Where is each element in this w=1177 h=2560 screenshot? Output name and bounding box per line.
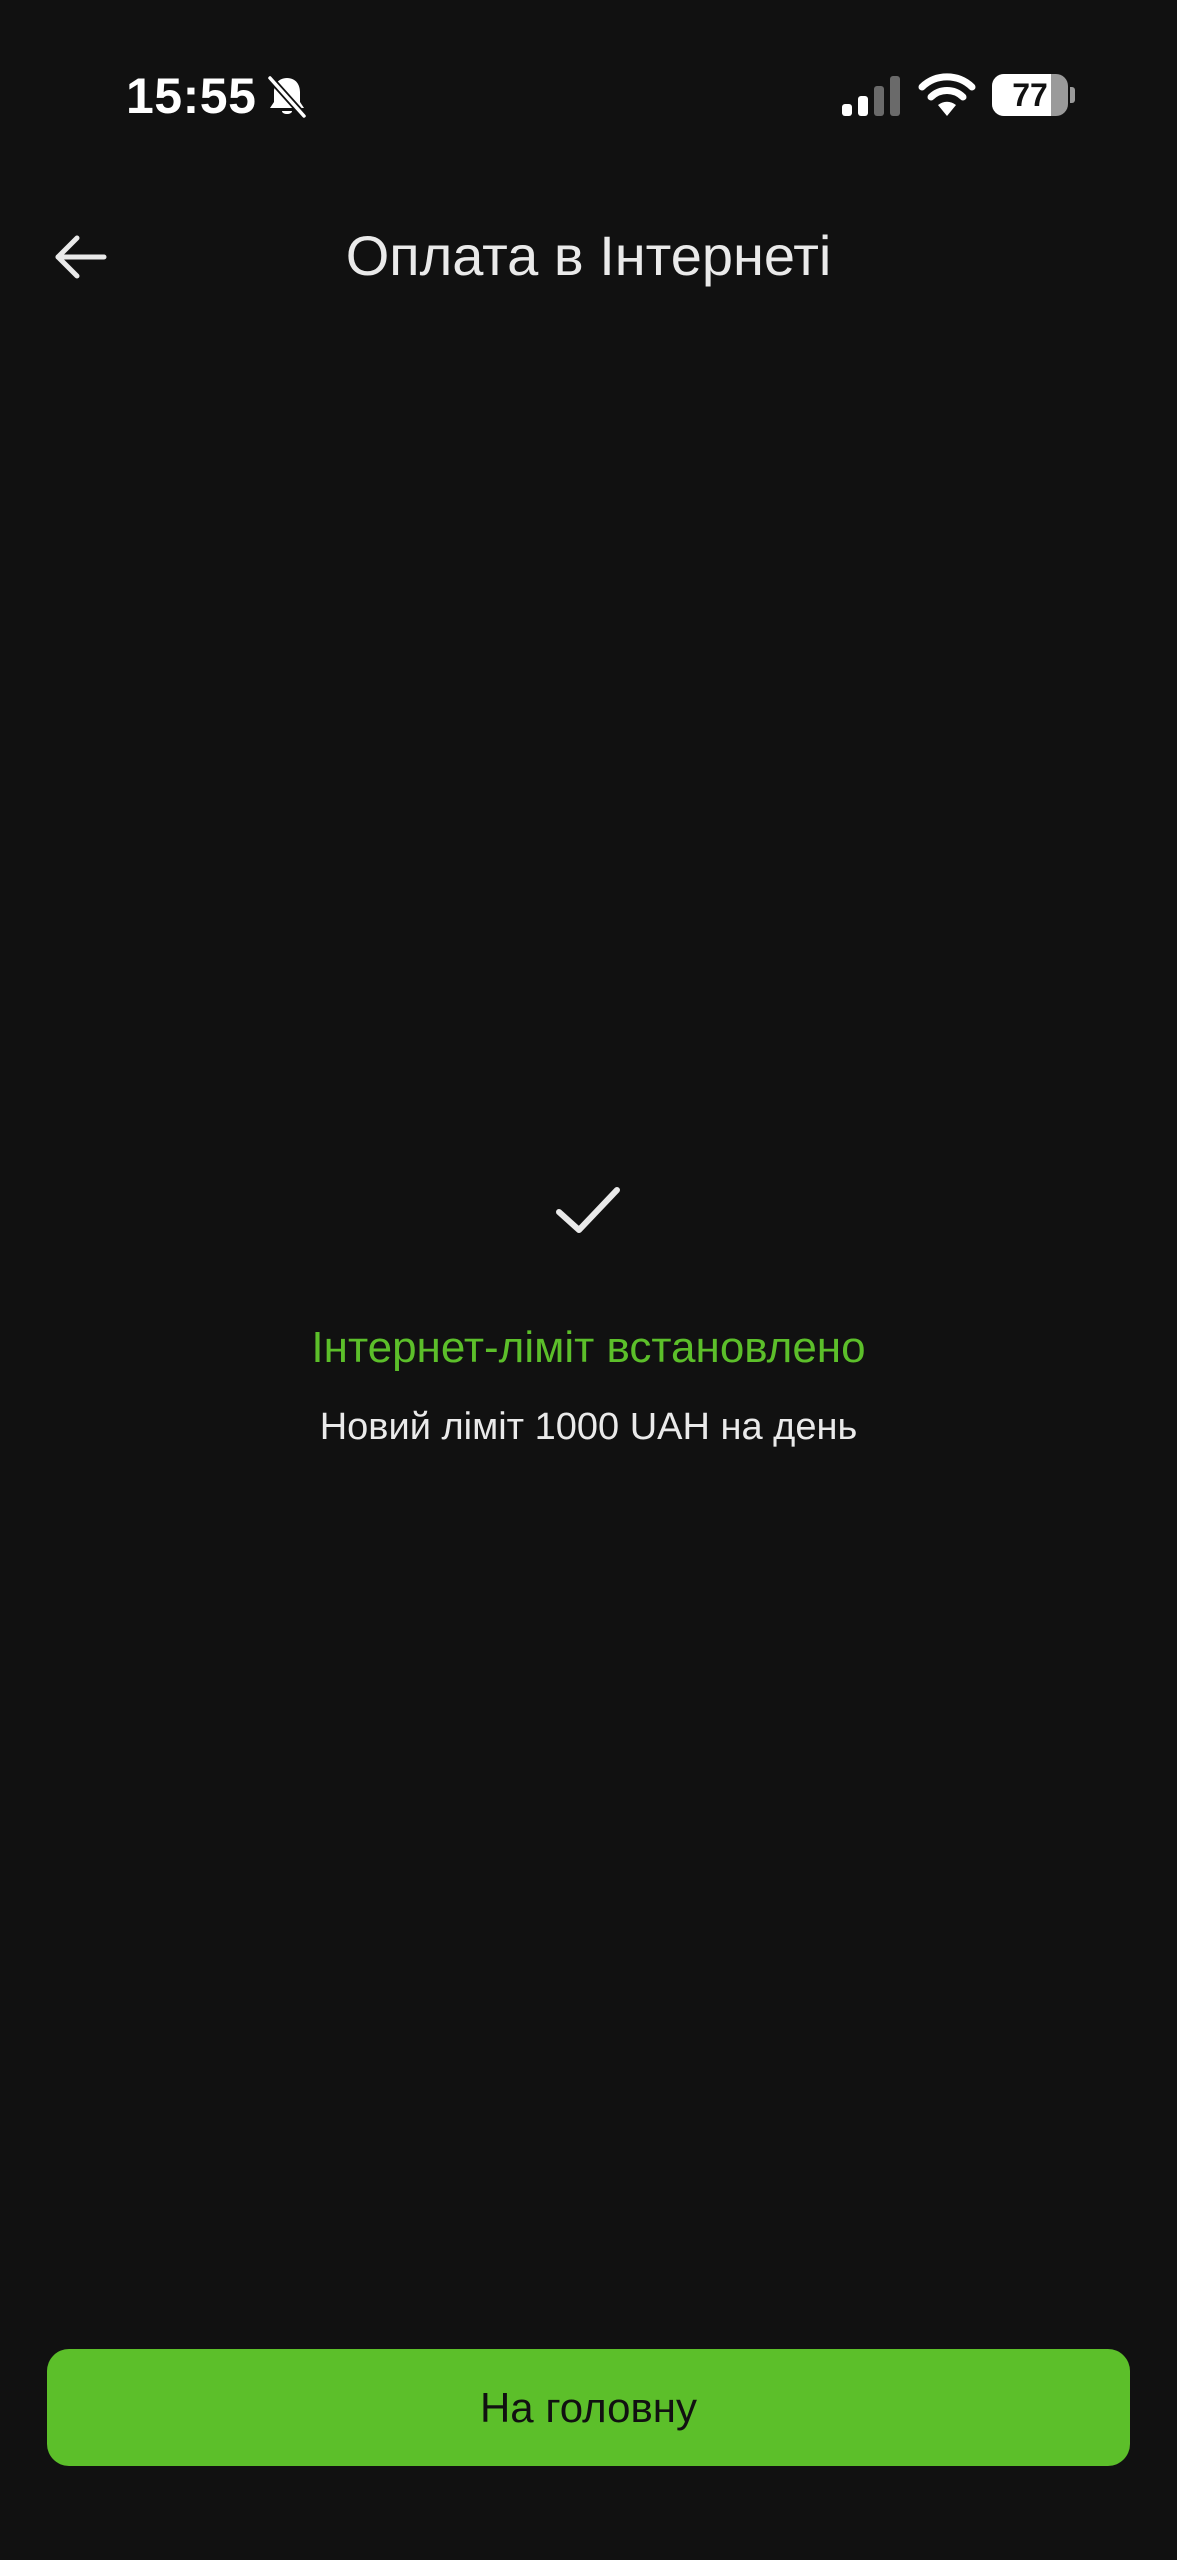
- battery-level: 77: [1012, 77, 1048, 113]
- wifi-icon: [918, 73, 976, 116]
- arrow-left-icon: [55, 235, 107, 279]
- page-title: Оплата в Інтернеті: [345, 224, 832, 287]
- header: Оплата в Інтернеті: [0, 200, 1177, 312]
- bell-muted-icon: [267, 75, 307, 119]
- signal-icon: [842, 76, 900, 116]
- back-button[interactable]: [40, 222, 120, 292]
- home-button[interactable]: На головну: [47, 2349, 1130, 2466]
- checkmark-icon: [556, 1187, 620, 1233]
- battery-body: 77: [992, 74, 1068, 116]
- success-subtitle: Новий ліміт 1000 UAH на день: [319, 1406, 858, 1448]
- screen: 15:55 77 Оплата в Інтернеті Інтернет-лім…: [0, 0, 1177, 2560]
- status-time: 15:55: [126, 68, 257, 124]
- battery-icon: 77: [992, 74, 1075, 116]
- battery-tip: [1070, 87, 1075, 103]
- status-bar: 15:55 77: [0, 0, 1177, 190]
- success-title: Інтернет-ліміт встановлено: [311, 1323, 866, 1372]
